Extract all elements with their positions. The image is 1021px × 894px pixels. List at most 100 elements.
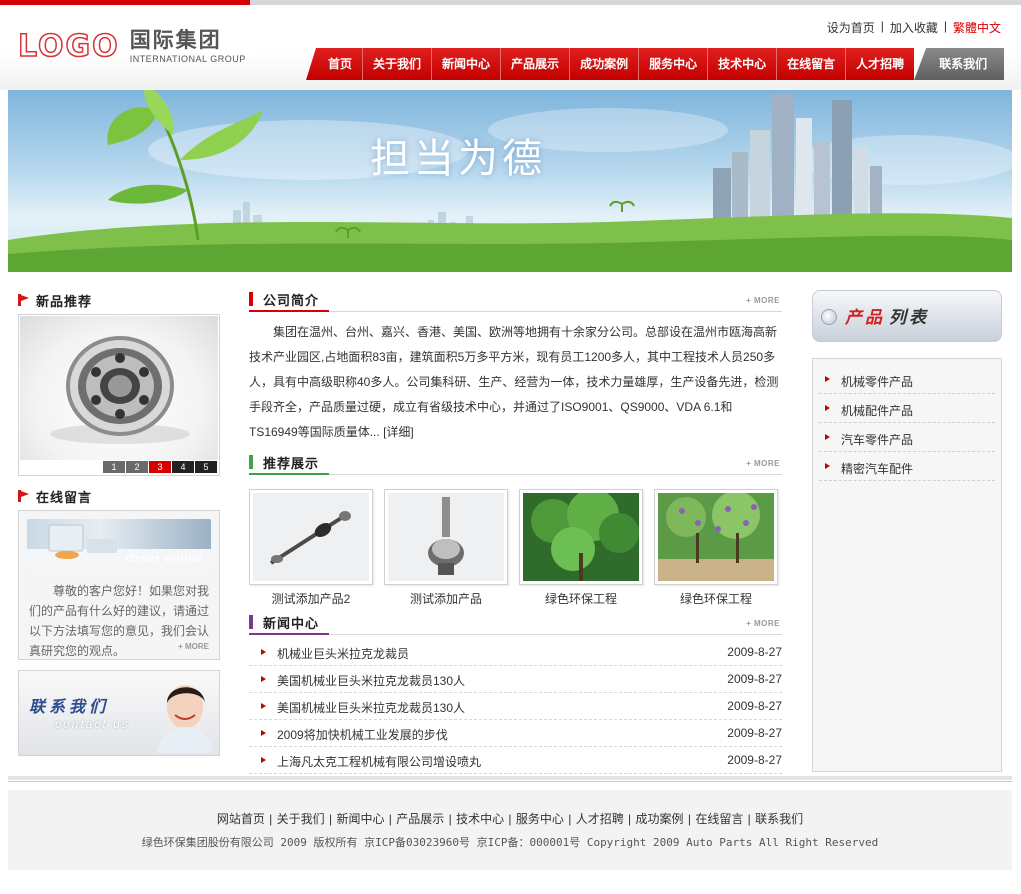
product-category-label[interactable]: 精密汽车配件 [841,460,913,477]
nav-jobs[interactable]: 人才招聘 [846,48,914,80]
slide-5-button[interactable]: 5 [195,461,217,473]
green-tree-image [523,489,639,581]
news-more-link[interactable]: + MORE [746,619,780,628]
intro-title: 公司简介 [263,293,320,308]
news-item-date: 2009-8-27 [727,645,782,659]
site-header: LOGO 国际集团 INTERNATIONAL GROUP 设为首页 | 加入收… [0,5,1021,90]
heading-underline [249,310,329,312]
contact-us-title: 联系我们 [29,699,110,716]
showcase-item[interactable]: 测试添加产品 [384,489,508,607]
product-category-item[interactable]: 机械零件产品 [819,365,995,394]
separator: | [505,812,515,826]
showcase-more-link[interactable]: + MORE [746,459,780,468]
slide-3-button[interactable]: 3 [149,461,171,473]
news-item[interactable]: 上海凡太克工程机械有限公司增设喷丸 2009-8-27 [249,747,782,774]
nav-tech[interactable]: 技术中心 [708,48,778,80]
footer-link-contact[interactable]: 联系我们 [755,812,803,826]
add-favorite-link[interactable]: 加入收藏 [890,19,938,36]
nav-contact[interactable]: 联系我们 [914,48,1005,80]
news-item-title[interactable]: 机械业巨头米拉克龙裁员 [277,645,409,662]
footer-link-tech[interactable]: 技术中心 [456,812,504,826]
contact-us-banner[interactable]: 联系我们 contact us [18,670,220,756]
bullet-arrow-icon [825,463,830,469]
intro-detail-link[interactable]: [详细] [383,425,414,439]
showcase-heading: 推荐展示 + MORE [249,453,782,475]
footer-link-products[interactable]: 产品展示 [396,812,444,826]
news-item-title[interactable]: 上海凡太克工程机械有限公司增设喷丸 [277,753,481,770]
intro-more-link[interactable]: + MORE [746,296,780,305]
nav-message[interactable]: 在线留言 [777,48,847,80]
separator: | [684,812,695,826]
news-item[interactable]: 机械业巨头米拉克龙裁员 2009-8-27 [249,639,782,666]
product-category-label[interactable]: 汽车零件产品 [841,431,913,448]
footer-link-news[interactable]: 新闻中心 [336,812,384,826]
footer-link-service[interactable]: 服务中心 [516,812,564,826]
nav-products[interactable]: 产品展示 [501,48,571,80]
product-category-label[interactable]: 机械零件产品 [841,373,913,390]
showcase-item[interactable]: 测试添加产品2 [249,489,373,607]
showcase-picture[interactable] [249,489,373,585]
nav-home[interactable]: 首页 [318,48,364,80]
showcase-picture[interactable] [654,489,778,585]
footer-link-message[interactable]: 在线留言 [695,812,743,826]
showcase-label[interactable]: 测试添加产品 [384,591,508,607]
footer-link-about[interactable]: 关于我们 [277,812,325,826]
showcase-label[interactable]: 绿色环保工程 [654,591,778,607]
product-category-item[interactable]: 汽车零件产品 [819,423,995,452]
news-item-date: 2009-8-27 [727,699,782,713]
showcase-item[interactable]: 绿色环保工程 [654,489,778,607]
bearing-product-image[interactable] [20,316,218,460]
footer-link-cases[interactable]: 成功案例 [636,812,684,826]
left-column: 新品推荐 1 2 3 4 5 在线留言 Order online 尊敬的客户您好… [18,290,220,756]
footer-link-jobs[interactable]: 人才招聘 [576,812,624,826]
nav-about[interactable]: 关于我们 [363,48,433,80]
hero-banner: 担当为德 [8,90,1012,272]
flag-icon [18,294,30,306]
news-item-title[interactable]: 2009将加快机械工业发展的步伐 [277,726,448,743]
separator: | [445,812,456,826]
online-message-box: Order online 尊敬的客户您好！如果您对我们的产品有什么好的建议，请通… [18,510,220,660]
heading-bar [249,292,253,306]
main-nav: 首页 关于我们 新闻中心 产品展示 成功案例 服务中心 技术中心 在线留言 人才… [306,48,1005,80]
logo-text: 国际集团 INTERNATIONAL GROUP [130,29,246,65]
site-logo[interactable]: LOGO 国际集团 INTERNATIONAL GROUP [17,27,246,67]
footer-divider [8,776,1012,780]
news-item-title[interactable]: 美国机械业巨头米拉克龙裁员130人 [277,699,465,716]
footer-link-home[interactable]: 网站首页 [217,812,265,826]
showcase-picture[interactable] [519,489,643,585]
showcase-label[interactable]: 测试添加产品2 [249,591,373,607]
product-category-label[interactable]: 机械配件产品 [841,402,913,419]
showcase-title: 推荐展示 [263,456,320,471]
right-column: 产品 列表 机械零件产品 机械配件产品 汽车零件产品 精密汽车配件 [812,290,1002,772]
nav-news[interactable]: 新闻中心 [432,48,502,80]
new-products-title: 新品推荐 [36,293,93,309]
intro-heading: 公司简介 + MORE [249,290,782,312]
order-online-caption: Order online [125,553,203,565]
product-category-item[interactable]: 机械配件产品 [819,394,995,423]
nav-cases[interactable]: 成功案例 [570,48,640,80]
new-products-slider: 1 2 3 4 5 [18,314,220,476]
bullet-arrow-icon [261,649,266,655]
showcase-item[interactable]: 绿色环保工程 [519,489,643,607]
slide-4-button[interactable]: 4 [172,461,194,473]
bullet-arrow-icon [261,730,266,736]
news-item[interactable]: 2009将加快机械工业发展的步伐 2009-8-27 [249,720,782,747]
news-item[interactable]: 美国机械业巨头米拉克龙裁员130人 2009-8-27 [249,693,782,720]
message-more-link[interactable]: + MORE [178,642,209,651]
footer-divider-thin [8,781,1012,782]
showcase-picture[interactable] [384,489,508,585]
heading-underline [249,473,329,475]
online-message-title: 在线留言 [36,489,93,505]
set-homepage-link[interactable]: 设为首页 [827,19,875,36]
traditional-chinese-link[interactable]: 繁體中文 [953,19,1001,36]
showcase-label[interactable]: 绿色环保工程 [519,591,643,607]
slide-1-button[interactable]: 1 [103,461,125,473]
slide-2-button[interactable]: 2 [126,461,148,473]
news-item[interactable]: 美国机械业巨头米拉克龙裁员130人 2009-8-27 [249,666,782,693]
order-online-image[interactable]: Order online [27,519,211,571]
nav-service[interactable]: 服务中心 [639,48,709,80]
news-item-title[interactable]: 美国机械业巨头米拉克龙裁员130人 [277,672,465,689]
footer-links: 网站首页 | 关于我们 | 新闻中心 | 产品展示 | 技术中心 | 服务中心 … [8,810,1012,827]
bullet-arrow-icon [825,434,830,440]
product-category-item[interactable]: 精密汽车配件 [819,452,995,481]
